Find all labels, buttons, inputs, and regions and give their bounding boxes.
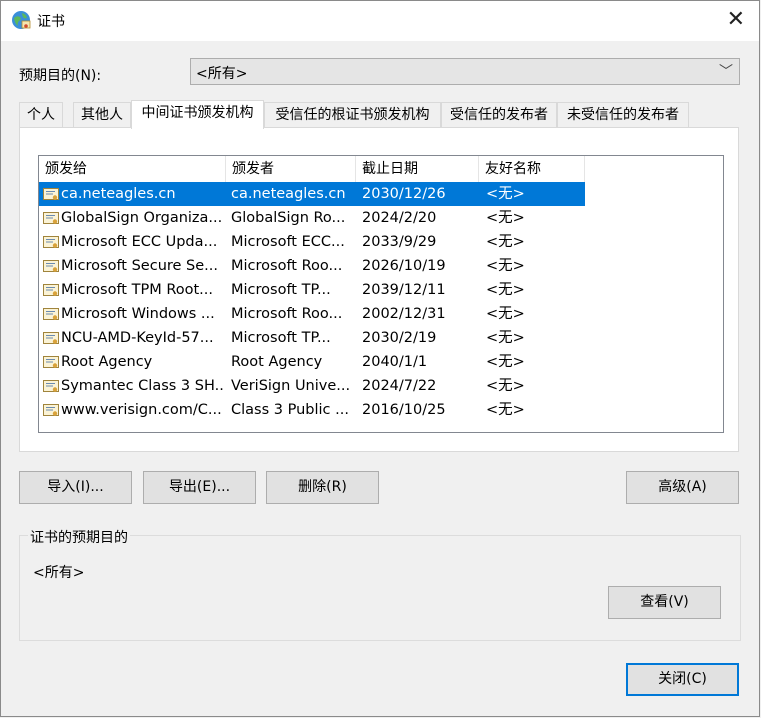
certificate-icon bbox=[43, 284, 59, 296]
cell-issued-by: Microsoft ECC... bbox=[231, 234, 345, 250]
chevron-down-icon: ﹀ bbox=[719, 64, 733, 80]
intended-purpose-label: 预期目的(N): bbox=[19, 68, 102, 84]
cell-issued-to: GlobalSign Organiza... bbox=[61, 210, 223, 226]
column-header-expiration[interactable]: 截止日期 bbox=[356, 156, 479, 182]
cell-friendly: <无> bbox=[486, 210, 525, 226]
certificate-row[interactable]: Root Agency Root Agency 2040/1/1 <无> bbox=[39, 350, 585, 374]
tab-trusted-root-ca[interactable]: 受信任的根证书颁发机构 bbox=[264, 102, 441, 127]
certificate-list[interactable]: 颁发给 颁发者 截止日期 友好名称 ca.neteagles.cn ca.nete… bbox=[38, 155, 724, 433]
cell-issued-by: Microsoft TP... bbox=[231, 330, 331, 346]
cell-issued-by: GlobalSign Ro... bbox=[231, 210, 346, 226]
cell-issued-to: Microsoft ECC Upda... bbox=[61, 234, 218, 250]
cell-friendly: <无> bbox=[486, 186, 525, 202]
cell-issued-by: Microsoft Roo... bbox=[231, 258, 343, 274]
tab-untrusted-publishers[interactable]: 未受信任的发布者 bbox=[557, 102, 689, 127]
cell-friendly: <无> bbox=[486, 282, 525, 298]
cell-issued-to: Root Agency bbox=[61, 354, 153, 370]
import-button[interactable]: 导入(I)... bbox=[19, 471, 132, 504]
cell-expires: 2016/10/25 bbox=[362, 402, 446, 418]
title-bar: 证书 ✕ bbox=[1, 1, 759, 41]
certificate-icon bbox=[43, 356, 59, 368]
cell-expires: 2026/10/19 bbox=[362, 258, 446, 274]
cell-friendly: <无> bbox=[486, 402, 525, 418]
certificate-row[interactable]: GlobalSign Organiza... GlobalSign Ro... 20… bbox=[39, 206, 585, 230]
close-icon[interactable]: ✕ bbox=[727, 7, 745, 33]
certificate-row[interactable]: ca.neteagles.cn ca.neteagles.cn 2030/12/26… bbox=[39, 182, 585, 206]
cell-issued-to: Microsoft Secure Se... bbox=[61, 258, 219, 274]
cell-expires: 2040/1/1 bbox=[362, 354, 428, 370]
intended-purposes-title: 证书的预期目的 bbox=[28, 527, 130, 547]
certificate-icon bbox=[43, 260, 59, 272]
cell-expires: 2033/9/29 bbox=[362, 234, 437, 250]
cell-expires: 2039/12/11 bbox=[362, 282, 446, 298]
cell-issued-to: Microsoft TPM Root... bbox=[61, 282, 213, 298]
intended-purposes-value: <所有> bbox=[33, 565, 85, 581]
certificate-row[interactable]: www.verisign.com/C... Class 3 Public ... 2… bbox=[39, 398, 585, 422]
cell-expires: 2024/7/22 bbox=[362, 378, 437, 394]
cell-friendly: <无> bbox=[486, 378, 525, 394]
certificate-icon bbox=[43, 236, 59, 248]
certificate-globe-icon bbox=[12, 11, 31, 29]
cell-issued-to: Symantec Class 3 SH... bbox=[61, 378, 223, 394]
certificate-icon bbox=[43, 404, 59, 416]
column-header-issued-to[interactable]: 颁发给 bbox=[39, 156, 226, 182]
cell-friendly: <无> bbox=[486, 258, 525, 274]
cell-issued-by: Microsoft TP... bbox=[231, 282, 331, 298]
intended-purpose-select[interactable]: <所有> ﹀ bbox=[190, 58, 740, 85]
export-button[interactable]: 导出(E)... bbox=[143, 471, 256, 504]
certificate-row[interactable]: Microsoft ECC Upda... Microsoft ECC... 203… bbox=[39, 230, 585, 254]
cell-expires: 2030/2/19 bbox=[362, 330, 437, 346]
view-button[interactable]: 查看(V) bbox=[608, 586, 721, 619]
cell-issued-by: Class 3 Public ... bbox=[231, 402, 349, 418]
certificate-row[interactable]: Microsoft TPM Root... Microsoft TP... 2039… bbox=[39, 278, 585, 302]
cell-expires: 2030/12/26 bbox=[362, 186, 446, 202]
tab-other-people[interactable]: 其他人 bbox=[73, 102, 131, 127]
cell-issued-by: ca.neteagles.cn bbox=[231, 186, 346, 202]
cell-friendly: <无> bbox=[486, 354, 525, 370]
certificate-row[interactable]: NCU-AMD-KeyId-57... Microsoft TP... 2030/2… bbox=[39, 326, 585, 350]
cell-issued-by: VeriSign Unive... bbox=[231, 378, 351, 394]
cell-issued-to: Microsoft Windows ... bbox=[61, 306, 215, 322]
tab-personal[interactable]: 个人 bbox=[19, 102, 63, 127]
certificate-icon bbox=[43, 212, 59, 224]
tab-panel: 颁发给 颁发者 截止日期 友好名称 ca.neteagles.cn ca.nete… bbox=[19, 127, 739, 452]
certificate-row[interactable]: Symantec Class 3 SH... VeriSign Unive... 2… bbox=[39, 374, 585, 398]
advanced-button[interactable]: 高级(A) bbox=[626, 471, 739, 504]
cell-friendly: <无> bbox=[486, 234, 525, 250]
cell-issued-to: www.verisign.com/C... bbox=[61, 402, 222, 418]
certificate-icon bbox=[43, 188, 59, 200]
certificates-dialog: 证书 ✕ 预期目的(N): <所有> ﹀ 个人 其他人 中间证书颁发机构 受信任… bbox=[0, 0, 760, 717]
tab-intermediate-ca[interactable]: 中间证书颁发机构 bbox=[131, 100, 264, 129]
certificate-icon bbox=[43, 308, 59, 320]
intended-purpose-value: <所有> bbox=[196, 66, 248, 82]
column-header-issued-by[interactable]: 颁发者 bbox=[226, 156, 356, 182]
cell-issued-by: Root Agency bbox=[231, 354, 323, 370]
cell-friendly: <无> bbox=[486, 330, 525, 346]
certificate-row[interactable]: Microsoft Secure Se... Microsoft Roo... 20… bbox=[39, 254, 585, 278]
cell-expires: 2024/2/20 bbox=[362, 210, 437, 226]
certificate-row[interactable]: Microsoft Windows ... Microsoft Roo... 200… bbox=[39, 302, 585, 326]
cell-friendly: <无> bbox=[486, 306, 525, 322]
certificate-icon bbox=[43, 332, 59, 344]
column-header-friendly-name[interactable]: 友好名称 bbox=[479, 156, 585, 182]
cell-issued-by: Microsoft Roo... bbox=[231, 306, 343, 322]
cell-issued-to: NCU-AMD-KeyId-57... bbox=[61, 330, 214, 346]
window-title: 证书 bbox=[37, 14, 65, 30]
certificate-icon bbox=[43, 380, 59, 392]
close-button[interactable]: 关闭(C) bbox=[626, 663, 739, 696]
remove-button[interactable]: 删除(R) bbox=[266, 471, 379, 504]
cell-issued-to: ca.neteagles.cn bbox=[61, 186, 176, 202]
tab-trusted-publishers[interactable]: 受信任的发布者 bbox=[441, 102, 557, 127]
cell-expires: 2002/12/31 bbox=[362, 306, 446, 322]
